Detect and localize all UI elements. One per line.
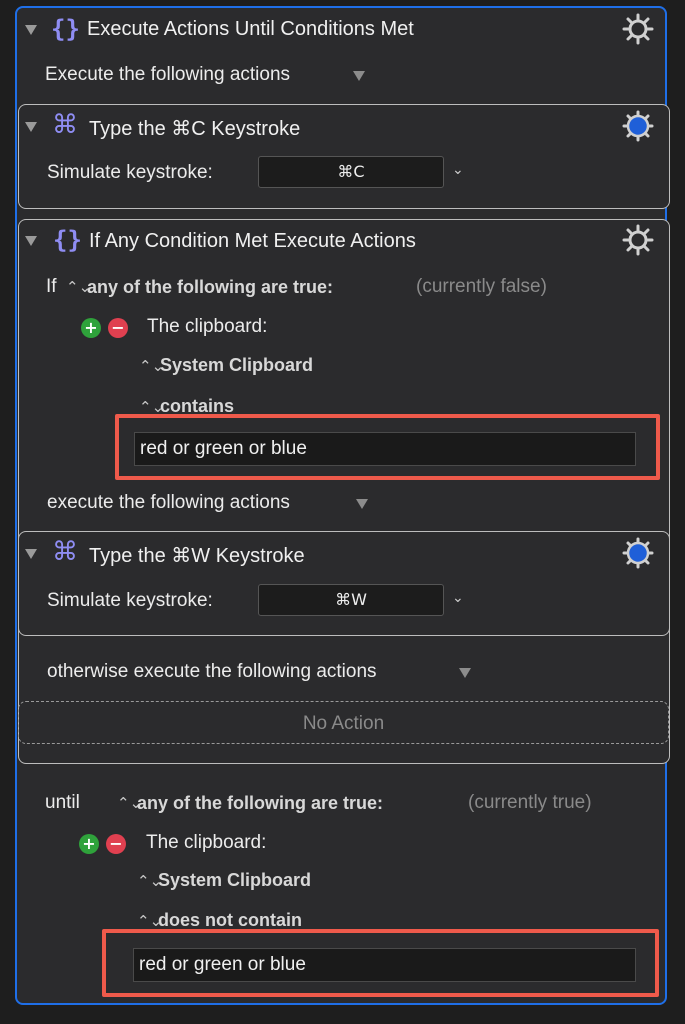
condition-selector[interactable]: any of the following are true:	[87, 277, 333, 298]
collapse-disclosure-triangle[interactable]	[25, 122, 37, 132]
add-condition-button[interactable]: +	[81, 318, 101, 338]
braces-icon: {}	[53, 226, 82, 254]
remove-condition-button[interactable]: −	[108, 318, 128, 338]
clipboard-condition-label: The clipboard:	[146, 832, 267, 853]
collapse-disclosure-triangle[interactable]	[25, 236, 37, 246]
condition-status: (currently false)	[416, 276, 547, 297]
braces-icon: {}	[51, 15, 80, 43]
no-action-label: No Action	[302, 713, 385, 734]
add-condition-button[interactable]: +	[79, 834, 99, 854]
command-key-icon: ⌘	[52, 537, 78, 567]
remove-condition-button[interactable]: −	[106, 834, 126, 854]
keystroke-field[interactable]: ⌘C	[258, 156, 444, 188]
operator-selector[interactable]: does not contain	[158, 910, 302, 931]
gear-icon[interactable]	[622, 13, 654, 45]
otherwise-actions-menu-triangle[interactable]	[459, 668, 471, 678]
chevron-down-icon[interactable]: ⌄	[452, 590, 464, 606]
command-key-icon: ⌘	[52, 110, 78, 140]
highlight-annotation	[115, 414, 660, 480]
clipboard-source-selector[interactable]: System Clipboard	[158, 870, 311, 891]
until-condition-status: (currently true)	[468, 792, 592, 813]
until-label: until	[45, 792, 80, 813]
action-title: Type the ⌘W Keystroke	[89, 545, 305, 567]
simulate-keystroke-label: Simulate keystroke:	[47, 590, 213, 611]
chevron-down-icon[interactable]: ⌄	[452, 162, 464, 178]
until-condition-selector[interactable]: any of the following are true:	[137, 793, 383, 814]
clipboard-condition-label: The clipboard:	[147, 316, 268, 337]
action-title: Type the ⌘C Keystroke	[89, 118, 301, 140]
action-title: If Any Condition Met Execute Actions	[89, 230, 416, 252]
execute-actions-label: Execute the following actions	[45, 64, 291, 85]
collapse-disclosure-triangle[interactable]	[25, 25, 37, 35]
keystroke-field[interactable]: ⌘W	[258, 584, 444, 616]
clipboard-source-selector[interactable]: System Clipboard	[160, 355, 313, 376]
gear-icon[interactable]	[622, 110, 654, 142]
execute-actions-label: execute the following actions	[47, 492, 290, 513]
simulate-keystroke-label: Simulate keystroke:	[47, 162, 213, 183]
gear-icon[interactable]	[622, 537, 654, 569]
gear-icon[interactable]	[622, 224, 654, 256]
execute-actions-menu-triangle[interactable]	[356, 499, 368, 509]
otherwise-actions-label: otherwise execute the following actions	[47, 661, 377, 682]
if-label: If	[46, 276, 57, 297]
action-title: Execute Actions Until Conditions Met	[87, 18, 414, 40]
highlight-annotation	[102, 929, 659, 997]
collapse-disclosure-triangle[interactable]	[25, 549, 37, 559]
execute-actions-menu-triangle[interactable]	[353, 71, 365, 81]
